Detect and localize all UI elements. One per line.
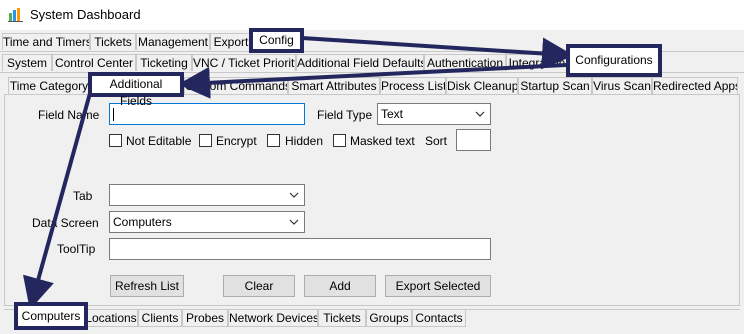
tab-export[interactable]: Export	[210, 33, 252, 50]
additional-fields-panel: Field Name Field Type Text Not Editable …	[4, 94, 740, 306]
clear-button[interactable]: Clear	[223, 275, 295, 297]
masked-text-checkbox[interactable]	[333, 134, 346, 147]
tab-config[interactable]: Config	[249, 28, 304, 53]
encrypt-checkbox[interactable]	[199, 134, 212, 147]
tab-additional-field-defaults[interactable]: Additional Field Defaults	[296, 54, 424, 71]
sort-input[interactable]	[456, 129, 491, 151]
tab-authentication[interactable]: Authentication	[424, 54, 506, 71]
chevron-down-icon	[475, 111, 485, 117]
tab-clients[interactable]: Clients	[138, 310, 182, 327]
tab-computers[interactable]: Computers	[14, 302, 88, 330]
hidden-checkbox[interactable]	[267, 134, 280, 147]
tab-vnc-ticket-priority[interactable]: VNC / Ticket Priority	[192, 54, 296, 71]
tab-locations[interactable]: Locations	[84, 310, 138, 327]
not-editable-checkbox[interactable]	[109, 134, 122, 147]
tab-ticketing[interactable]: Ticketing	[136, 54, 192, 71]
tab-startup-scan[interactable]: Startup Scan	[518, 77, 592, 94]
refresh-list-button[interactable]: Refresh List	[110, 275, 184, 297]
tab-time-category[interactable]: Time Category	[8, 77, 90, 94]
export-selected-button[interactable]: Export Selected	[385, 275, 491, 297]
tooltip-label: ToolTip	[57, 242, 96, 256]
tab-redirected-apps[interactable]: Redirected Apps	[652, 77, 738, 94]
tab-system[interactable]: System	[2, 54, 52, 71]
field-type-select[interactable]: Text	[377, 103, 491, 125]
window-title: System Dashboard	[30, 7, 141, 22]
data-screen-value: Computers	[113, 215, 172, 229]
tab-contacts[interactable]: Contacts	[412, 310, 466, 327]
dashboard-app-icon	[8, 8, 23, 22]
tab-time-and-timers[interactable]: Time and Timers	[2, 33, 90, 50]
tab-management[interactable]: Management	[136, 33, 210, 50]
tab-configurations[interactable]: Configurations	[566, 44, 662, 77]
tab-probes[interactable]: Probes	[182, 310, 228, 327]
tab-tickets-bottom[interactable]: Tickets	[318, 310, 366, 327]
chevron-down-icon	[289, 192, 299, 198]
tab-smart-attributes[interactable]: Smart Attributes	[288, 77, 380, 94]
encrypt-label: Encrypt	[216, 134, 257, 148]
tab-network-devices[interactable]: Network Devices	[228, 310, 318, 327]
tab-virus-scan[interactable]: Virus Scan	[592, 77, 652, 94]
chevron-down-icon	[289, 219, 299, 225]
title-bar: System Dashboard	[0, 0, 744, 30]
data-screen-label: Data Screen	[32, 216, 99, 230]
tab-control-center[interactable]: Control Center	[52, 54, 136, 71]
masked-text-label: Masked text	[350, 134, 415, 148]
data-screen-tab-row: Locations Clients Probes Network Devices…	[4, 309, 740, 330]
hidden-label: Hidden	[285, 134, 324, 148]
field-name-label: Field Name	[38, 108, 100, 122]
text-caret	[113, 108, 114, 121]
field-type-value: Text	[381, 107, 404, 121]
tab-disk-cleanup[interactable]: Disk Cleanup	[446, 77, 518, 94]
not-editable-label: Not Editable	[126, 134, 192, 148]
tab-custom-commands[interactable]: Custom Commands	[184, 77, 288, 94]
tab-select[interactable]	[109, 184, 305, 206]
data-screen-select[interactable]: Computers	[109, 211, 305, 233]
tab-label: Tab	[73, 189, 93, 203]
tab-groups[interactable]: Groups	[366, 310, 412, 327]
tab-tickets[interactable]: Tickets	[90, 33, 136, 50]
sort-label: Sort	[425, 134, 448, 148]
tab-additional-fields[interactable]: Additional Fields	[88, 72, 184, 108]
field-type-label: Field Type	[317, 108, 373, 122]
tab-process-list[interactable]: Process List	[380, 77, 446, 94]
add-button[interactable]: Add	[304, 275, 376, 297]
tab-integration[interactable]: Integration	[506, 54, 568, 71]
tooltip-input[interactable]	[109, 238, 491, 260]
